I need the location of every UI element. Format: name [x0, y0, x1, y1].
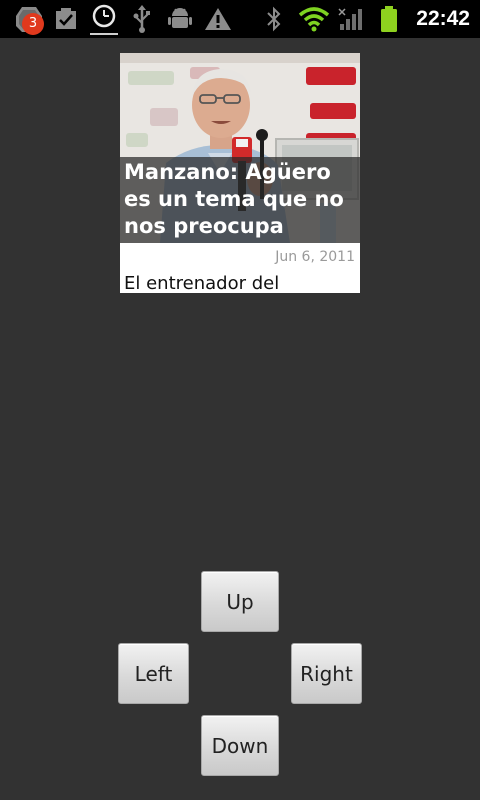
status-bar: 3 22:42 — [0, 0, 480, 38]
article-snippet: El entrenador del — [124, 273, 280, 293]
warning-icon — [203, 0, 233, 38]
clock-icon — [89, 0, 119, 38]
article-date: Jun 6, 2011 — [275, 249, 355, 265]
left-button[interactable]: Left — [118, 643, 189, 704]
right-button[interactable]: Right — [291, 643, 362, 704]
up-button[interactable]: Up — [201, 571, 279, 632]
down-button[interactable]: Down — [201, 715, 279, 776]
article-headline: Manzano: Agüero es un tema que no nos pr… — [124, 160, 344, 238]
bluetooth-icon — [263, 0, 285, 38]
news-article-card[interactable]: Manzano: Agüero es un tema que no nos pr… — [120, 53, 360, 293]
android-debug-icon — [167, 0, 193, 38]
notification-count-badge: 3 — [22, 13, 44, 35]
checkbox-task-icon — [53, 0, 79, 38]
signal-icon — [337, 0, 365, 38]
status-time: 22:42 — [416, 7, 470, 30]
battery-icon — [376, 0, 402, 38]
usb-icon — [131, 0, 153, 38]
wifi-icon — [297, 0, 331, 38]
